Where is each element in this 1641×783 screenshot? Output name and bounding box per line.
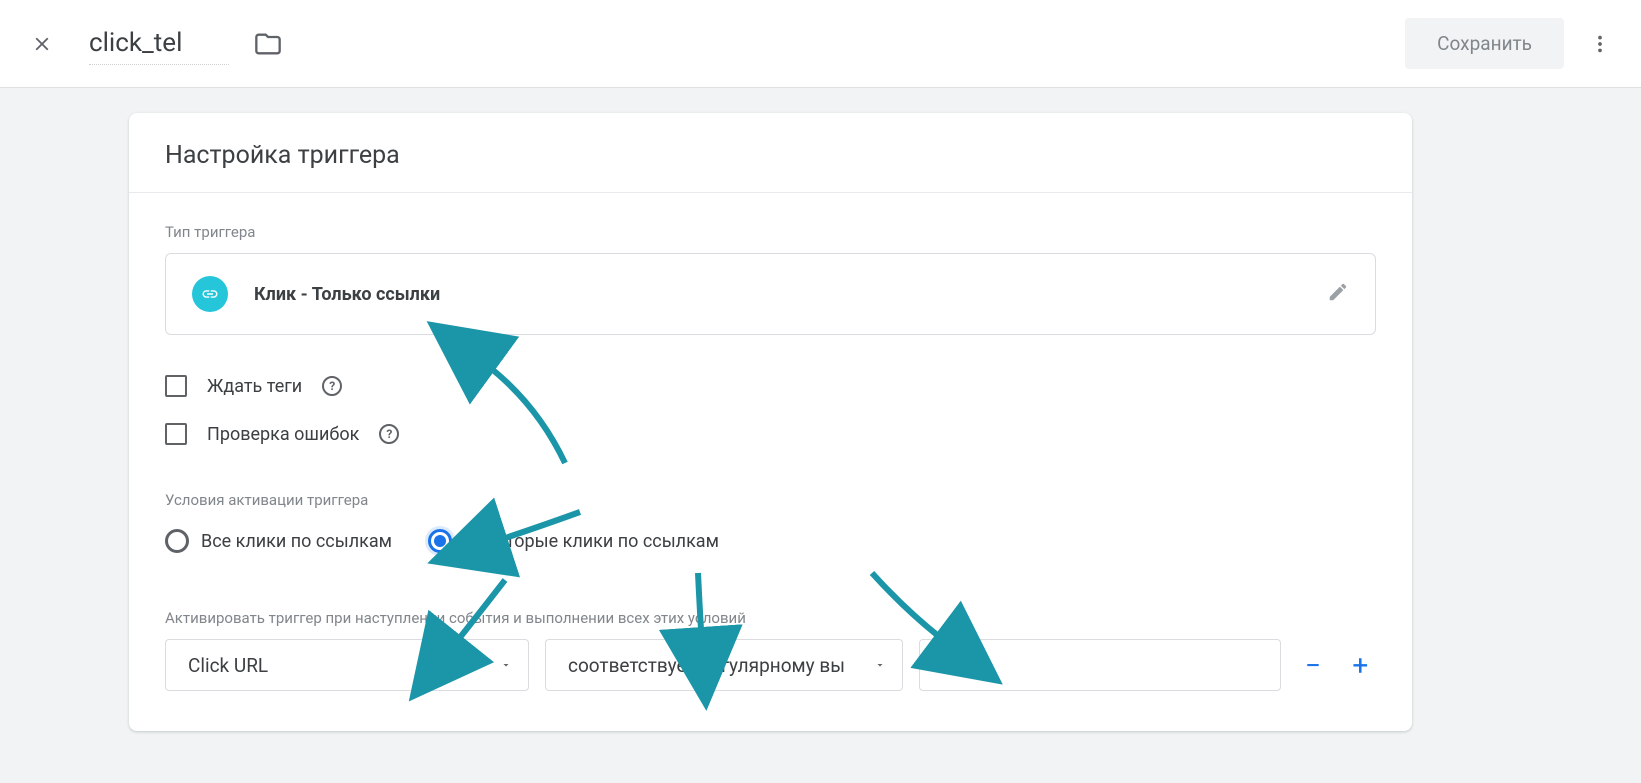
error-check-checkbox[interactable] (165, 423, 187, 445)
trigger-type-name: Клик - Только ссылки (254, 284, 440, 305)
close-icon[interactable] (30, 32, 54, 56)
radio-some-clicks-label: Некоторые клики по ссылкам (464, 531, 719, 552)
trigger-config-card: Настройка триггера Тип триггера Клик - Т… (129, 113, 1412, 731)
caret-down-icon (500, 656, 512, 675)
remove-condition-button[interactable]: − (1297, 649, 1328, 682)
activation-label: Условия активации триггера (165, 491, 1376, 509)
condition-variable-dropdown[interactable]: Click URL (165, 639, 529, 691)
help-icon[interactable]: ? (322, 376, 342, 396)
radio-icon (165, 529, 189, 553)
radio-icon (428, 529, 452, 553)
card-header: Настройка триггера (129, 113, 1412, 193)
radio-some-clicks[interactable]: Некоторые клики по ссылкам (428, 529, 719, 553)
trigger-type-label: Тип триггера (165, 223, 1376, 241)
trigger-name-input[interactable] (89, 22, 229, 65)
condition-value-input[interactable] (919, 639, 1281, 691)
radio-all-clicks-label: Все клики по ссылкам (201, 531, 392, 552)
link-icon (192, 276, 228, 312)
add-condition-button[interactable]: + (1345, 649, 1376, 682)
wait-tags-checkbox[interactable] (165, 375, 187, 397)
condition-variable-value: Click URL (188, 654, 500, 677)
help-icon[interactable]: ? (379, 424, 399, 444)
error-check-label: Проверка ошибок (207, 424, 359, 445)
radio-all-clicks[interactable]: Все клики по ссылкам (165, 529, 392, 553)
condition-operator-value: соответствует регулярному вы (568, 654, 874, 677)
trigger-type-selector[interactable]: Клик - Только ссылки (165, 253, 1376, 335)
caret-down-icon (874, 656, 886, 675)
wait-tags-label: Ждать теги (207, 376, 302, 397)
condition-operator-dropdown[interactable]: соответствует регулярному вы (545, 639, 903, 691)
pencil-icon[interactable] (1327, 281, 1349, 307)
more-menu-icon[interactable] (1589, 33, 1611, 55)
card-title: Настройка триггера (165, 141, 1376, 170)
editor-header: Сохранить (0, 0, 1641, 88)
save-button[interactable]: Сохранить (1405, 18, 1564, 69)
folder-icon[interactable] (254, 30, 282, 58)
conditions-label: Активировать триггер при наступлении соб… (165, 609, 1376, 627)
